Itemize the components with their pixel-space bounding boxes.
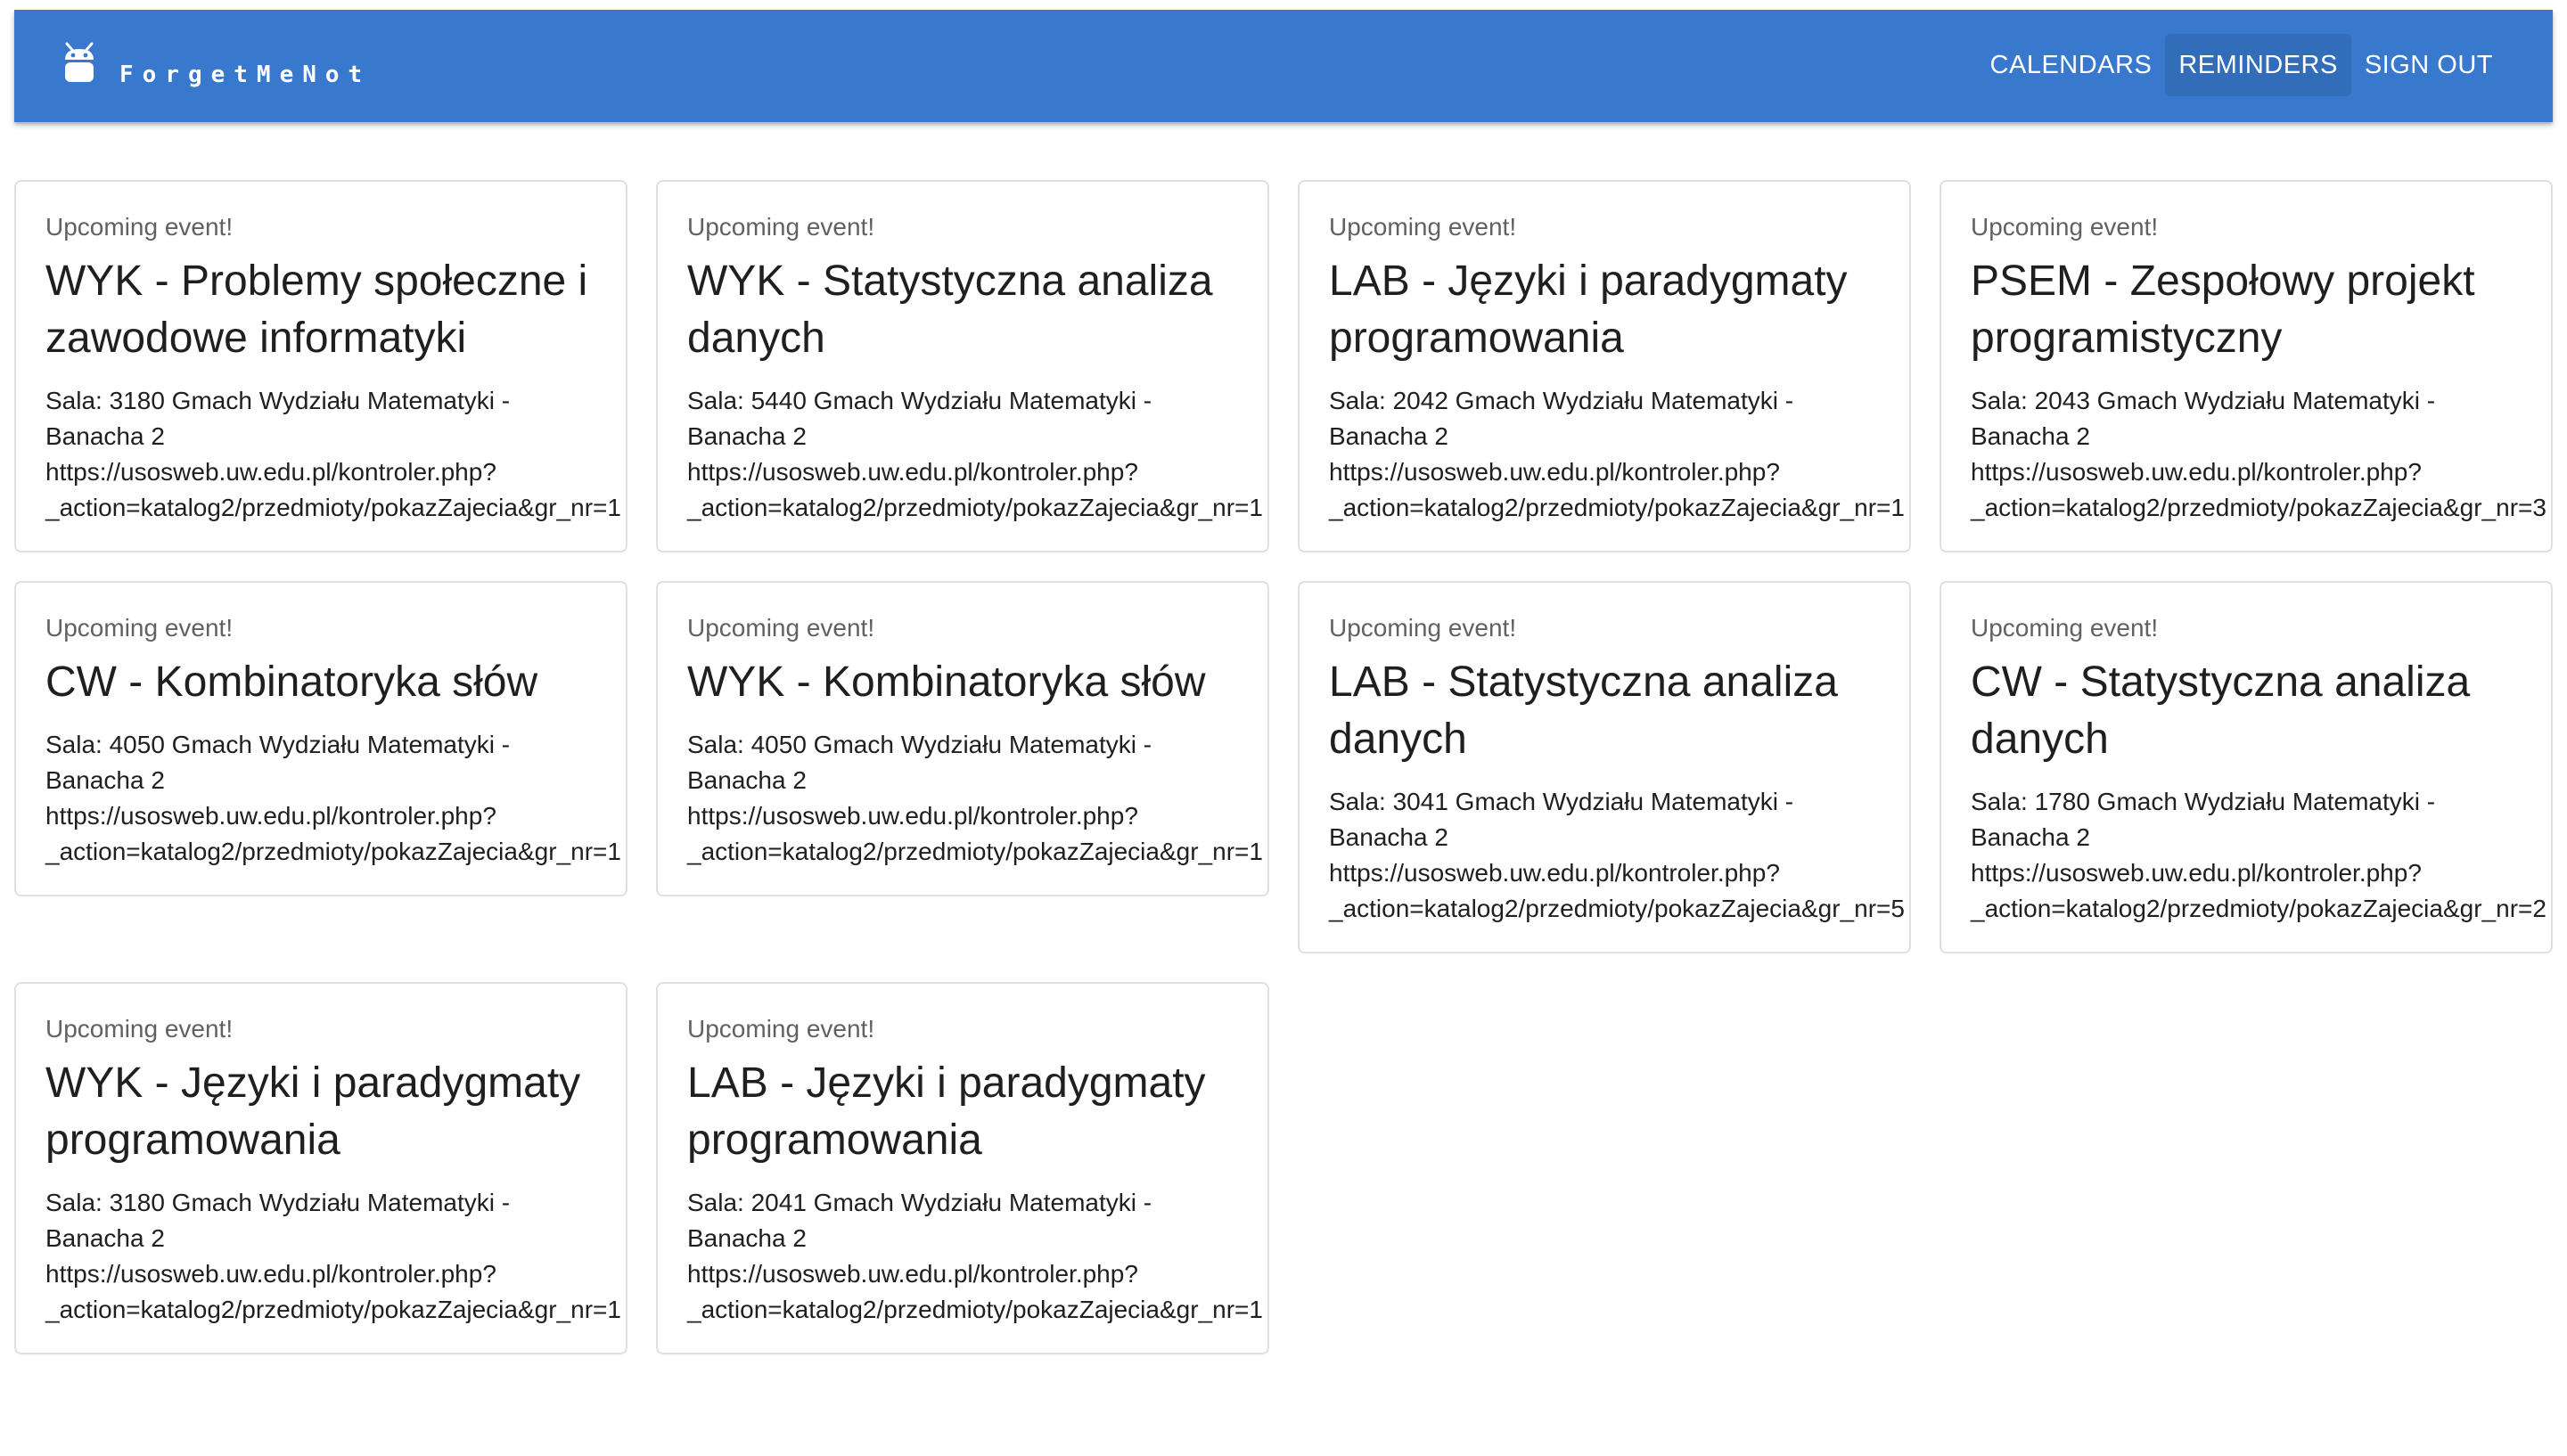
room-line: Sala: 5440 Gmach Wydziału Matematyki - xyxy=(687,387,1152,414)
card-body: Sala: 2043 Gmach Wydziału Matematyki - B… xyxy=(1971,383,2551,526)
card-body: Sala: 2042 Gmach Wydziału Matematyki - B… xyxy=(1329,383,1909,526)
room-line: Banacha 2 xyxy=(1329,823,1448,851)
app-name: ForgetMeNot xyxy=(119,61,372,88)
reminder-card[interactable]: Upcoming event! PSEM - Zespołowy projekt… xyxy=(1940,180,2553,552)
room-line: Sala: 4050 Gmach Wydziału Matematyki - xyxy=(45,731,511,758)
robot-icon xyxy=(65,42,94,82)
card-body: Sala: 3041 Gmach Wydziału Matematyki - B… xyxy=(1329,784,1909,927)
reminders-grid: Upcoming event! WYK - Problemy społeczne… xyxy=(14,180,2553,1354)
reminder-card[interactable]: Upcoming event! CW - Kombinatoryka słów … xyxy=(14,581,627,896)
url-line: https://usosweb.uw.edu.pl/kontroler.php? xyxy=(687,458,1138,486)
card-body: Sala: 2041 Gmach Wydziału Matematyki - B… xyxy=(687,1185,1267,1328)
room-line: Sala: 1780 Gmach Wydziału Matematyki - xyxy=(1971,788,2436,815)
room-line: Banacha 2 xyxy=(687,766,807,794)
card-overline: Upcoming event! xyxy=(687,1015,875,1043)
url-line: https://usosweb.uw.edu.pl/kontroler.php? xyxy=(45,802,496,830)
card-title: LAB - Języki i paradygmaty programowania xyxy=(687,1059,1206,1164)
card-title: CW - Statystyczna analiza danych xyxy=(1971,658,2471,763)
reminder-card[interactable]: Upcoming event! WYK - Problemy społeczne… xyxy=(14,180,627,552)
card-body: Sala: 3180 Gmach Wydziału Matematyki - B… xyxy=(45,383,626,526)
card-title: PSEM - Zespołowy projekt programistyczny xyxy=(1971,258,2475,362)
url-line: https://usosweb.uw.edu.pl/kontroler.php? xyxy=(1329,859,1780,887)
url-line: _action=katalog2/przedmioty/pokazZajecia… xyxy=(687,1296,1263,1323)
card-body: Sala: 5440 Gmach Wydziału Matematyki - B… xyxy=(687,383,1267,526)
room-line: Banacha 2 xyxy=(687,422,807,450)
room-line: Banacha 2 xyxy=(45,422,165,450)
reminder-card[interactable]: Upcoming event! WYK - Języki i paradygma… xyxy=(14,982,627,1354)
card-overline: Upcoming event! xyxy=(1971,614,2159,642)
room-line: Sala: 3180 Gmach Wydziału Matematyki - xyxy=(45,1189,511,1216)
room-line: Sala: 3041 Gmach Wydziału Matematyki - xyxy=(1329,788,1794,815)
reminder-card[interactable]: Upcoming event! WYK - Statystyczna anali… xyxy=(656,180,1269,552)
room-line: Banacha 2 xyxy=(1329,422,1448,450)
url-line: https://usosweb.uw.edu.pl/kontroler.php? xyxy=(1971,458,2422,486)
url-line: https://usosweb.uw.edu.pl/kontroler.php? xyxy=(687,802,1138,830)
room-line: Banacha 2 xyxy=(1971,823,2090,851)
sign-out-button[interactable]: SIGN OUT xyxy=(2351,34,2506,96)
card-overline: Upcoming event! xyxy=(45,1015,234,1043)
reminder-card[interactable]: Upcoming event! LAB - Języki i paradygma… xyxy=(656,982,1269,1354)
card-title: WYK - Problemy społeczne i zawodowe info… xyxy=(45,258,588,362)
url-line: https://usosweb.uw.edu.pl/kontroler.php? xyxy=(1329,458,1780,486)
room-line: Banacha 2 xyxy=(45,766,165,794)
room-line: Banacha 2 xyxy=(45,1224,165,1252)
reminder-card[interactable]: Upcoming event! LAB - Języki i paradygma… xyxy=(1298,180,1911,552)
card-title: WYK - Języki i paradygmaty programowania xyxy=(45,1059,581,1164)
card-overline: Upcoming event! xyxy=(45,213,234,241)
url-line: _action=katalog2/przedmioty/pokazZajecia… xyxy=(687,838,1263,865)
card-body: Sala: 4050 Gmach Wydziału Matematyki - B… xyxy=(45,727,626,870)
room-line: Banacha 2 xyxy=(1971,422,2090,450)
card-body: Sala: 1780 Gmach Wydziału Matematyki - B… xyxy=(1971,784,2551,927)
reminders-button[interactable]: REMINDERS xyxy=(2165,34,2351,96)
url-line: _action=katalog2/przedmioty/pokazZajecia… xyxy=(1971,494,2546,521)
url-line: _action=katalog2/przedmioty/pokazZajecia… xyxy=(687,494,1263,521)
reminder-card[interactable]: Upcoming event! CW - Statystyczna analiz… xyxy=(1940,581,2553,953)
room-line: Sala: 2043 Gmach Wydziału Matematyki - xyxy=(1971,387,2436,414)
url-line: https://usosweb.uw.edu.pl/kontroler.php? xyxy=(45,458,496,486)
card-overline: Upcoming event! xyxy=(1329,213,1517,241)
url-line: _action=katalog2/przedmioty/pokazZajecia… xyxy=(1329,494,1905,521)
room-line: Sala: 4050 Gmach Wydziału Matematyki - xyxy=(687,731,1152,758)
url-line: _action=katalog2/przedmioty/pokazZajecia… xyxy=(1329,895,1905,922)
top-nav: CALENDARS REMINDERS SIGN OUT xyxy=(1977,34,2506,96)
reminder-card[interactable]: Upcoming event! LAB - Statystyczna anali… xyxy=(1298,581,1911,953)
card-body: Sala: 3180 Gmach Wydziału Matematyki - B… xyxy=(45,1185,626,1328)
card-overline: Upcoming event! xyxy=(687,614,875,642)
url-line: https://usosweb.uw.edu.pl/kontroler.php? xyxy=(687,1260,1138,1288)
card-title: LAB - Języki i paradygmaty programowania xyxy=(1329,258,1848,362)
app-logo[interactable]: ForgetMeNot xyxy=(62,38,371,88)
room-line: Sala: 3180 Gmach Wydziału Matematyki - xyxy=(45,387,511,414)
url-line: _action=katalog2/przedmioty/pokazZajecia… xyxy=(1971,895,2546,922)
app-bar: ForgetMeNot CALENDARS REMINDERS SIGN OUT xyxy=(14,10,2553,122)
card-title: LAB - Statystyczna analiza danych xyxy=(1329,658,1838,763)
url-line: _action=katalog2/przedmioty/pokazZajecia… xyxy=(45,838,621,865)
reminder-card[interactable]: Upcoming event! WYK - Kombinatoryka słów… xyxy=(656,581,1269,896)
card-title: WYK - Kombinatoryka słów xyxy=(687,658,1206,706)
url-line: https://usosweb.uw.edu.pl/kontroler.php? xyxy=(1971,859,2422,887)
calendars-button[interactable]: CALENDARS xyxy=(1977,34,2166,96)
url-line: _action=katalog2/przedmioty/pokazZajecia… xyxy=(45,494,621,521)
card-overline: Upcoming event! xyxy=(1329,614,1517,642)
card-body: Sala: 4050 Gmach Wydziału Matematyki - B… xyxy=(687,727,1267,870)
url-line: https://usosweb.uw.edu.pl/kontroler.php? xyxy=(45,1260,496,1288)
room-line: Sala: 2041 Gmach Wydziału Matematyki - xyxy=(687,1189,1152,1216)
card-title: CW - Kombinatoryka słów xyxy=(45,658,538,706)
room-line: Sala: 2042 Gmach Wydziału Matematyki - xyxy=(1329,387,1794,414)
card-title: WYK - Statystyczna analiza danych xyxy=(687,258,1213,362)
card-overline: Upcoming event! xyxy=(687,213,875,241)
card-overline: Upcoming event! xyxy=(45,614,234,642)
card-overline: Upcoming event! xyxy=(1971,213,2159,241)
room-line: Banacha 2 xyxy=(687,1224,807,1252)
url-line: _action=katalog2/przedmioty/pokazZajecia… xyxy=(45,1296,621,1323)
